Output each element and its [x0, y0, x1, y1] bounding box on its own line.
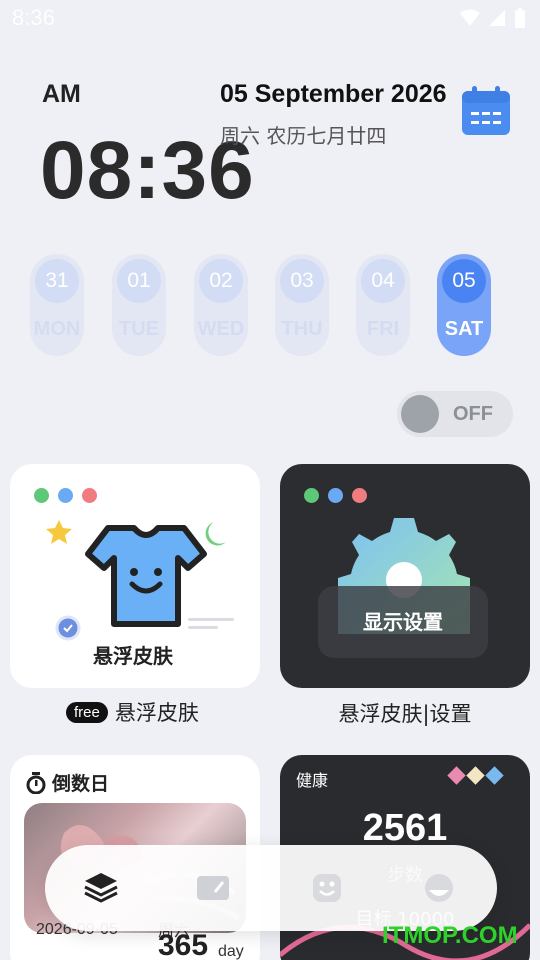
- green-dot: [34, 488, 49, 503]
- blue-diamond: [485, 766, 504, 785]
- day-name: FRI: [366, 318, 400, 340]
- day-number: 01: [117, 259, 161, 303]
- day-pill-thu[interactable]: 03 THU: [275, 254, 329, 356]
- day-pill-sat[interactable]: 05 SAT: [437, 254, 491, 356]
- day-number: 04: [361, 259, 405, 303]
- watermark: ITMOP.COM: [382, 922, 518, 949]
- blue-dot: [58, 488, 73, 503]
- day-name: TUE: [119, 318, 159, 340]
- bottom-nav: [45, 845, 497, 931]
- red-dot: [352, 488, 367, 503]
- battery-icon: [514, 8, 526, 32]
- nav-emoji[interactable]: [307, 869, 347, 907]
- skin-settings-card[interactable]: 显示设置: [280, 464, 530, 688]
- day-number: 02: [199, 259, 243, 303]
- smile-icon: [313, 874, 341, 902]
- toggle-label: OFF: [453, 403, 493, 425]
- layers-icon: [84, 873, 118, 903]
- clock-icon: [55, 615, 81, 641]
- status-icons: [460, 8, 526, 32]
- face-icon: [425, 874, 453, 902]
- countdown-title: 倒数日: [52, 773, 110, 795]
- lunar-date: 周六 农历七月廿四: [220, 124, 387, 148]
- day-pill-mon[interactable]: 31 MON: [30, 254, 84, 356]
- moon-icon: [205, 522, 226, 546]
- health-diamonds: [447, 766, 504, 785]
- countdown-unit: day: [218, 943, 244, 960]
- day-pill-tue[interactable]: 01 TUE: [112, 254, 166, 356]
- settings-caption: 悬浮皮肤|设置: [338, 702, 472, 726]
- day-pill-fri[interactable]: 04 FRI: [356, 254, 410, 356]
- full-date: 05 September 2026: [220, 80, 447, 108]
- wifi-icon: [460, 9, 480, 31]
- status-bar: 8:36: [0, 0, 540, 38]
- week-strip: 31 MON 01 TUE 02 WED 03 THU 04 FRI 05 SA…: [30, 254, 500, 356]
- skin-caption-text: 悬浮皮肤: [114, 701, 199, 725]
- day-name: THU: [281, 318, 323, 340]
- skin-caption: free 悬浮皮肤: [66, 697, 199, 727]
- health-title: 健康: [296, 771, 329, 790]
- skin-card-label: 悬浮皮肤: [93, 644, 173, 668]
- countdown-days: 365: [158, 929, 209, 960]
- nav-profile[interactable]: [419, 869, 459, 907]
- display-settings-button[interactable]: 显示设置: [318, 586, 488, 658]
- day-name: SAT: [444, 318, 484, 340]
- day-number: 05: [442, 259, 486, 303]
- day-number: 03: [280, 259, 324, 303]
- day-number: 31: [35, 259, 79, 303]
- stopwatch-icon: [26, 771, 46, 794]
- blue-dot: [328, 488, 343, 503]
- status-time: 8:36: [12, 5, 55, 30]
- day-name: MON: [33, 318, 81, 340]
- window-dots: [34, 488, 97, 503]
- step-count: 2561: [362, 807, 448, 849]
- day-name: WED: [197, 318, 245, 340]
- signal-icon: [488, 9, 506, 31]
- nav-layers[interactable]: [81, 869, 121, 907]
- tshirt-illustration: [46, 520, 234, 641]
- toggle-knob: [401, 395, 439, 433]
- float-toggle[interactable]: OFF: [397, 391, 513, 437]
- card-icon: [197, 876, 229, 900]
- floating-skin-card[interactable]: 悬浮皮肤: [10, 464, 260, 688]
- nav-cards[interactable]: [193, 869, 233, 907]
- free-badge: free: [66, 701, 108, 723]
- ampm-label: AM: [42, 80, 81, 108]
- countdown-header: 倒数日: [26, 769, 109, 796]
- window-dots: [304, 488, 367, 503]
- cream-diamond: [466, 766, 485, 785]
- calendar-icon[interactable]: [461, 86, 511, 136]
- pink-diamond: [447, 766, 466, 785]
- red-dot: [82, 488, 97, 503]
- green-dot: [304, 488, 319, 503]
- day-pill-wed[interactable]: 02 WED: [194, 254, 248, 356]
- star-icon: [46, 520, 72, 544]
